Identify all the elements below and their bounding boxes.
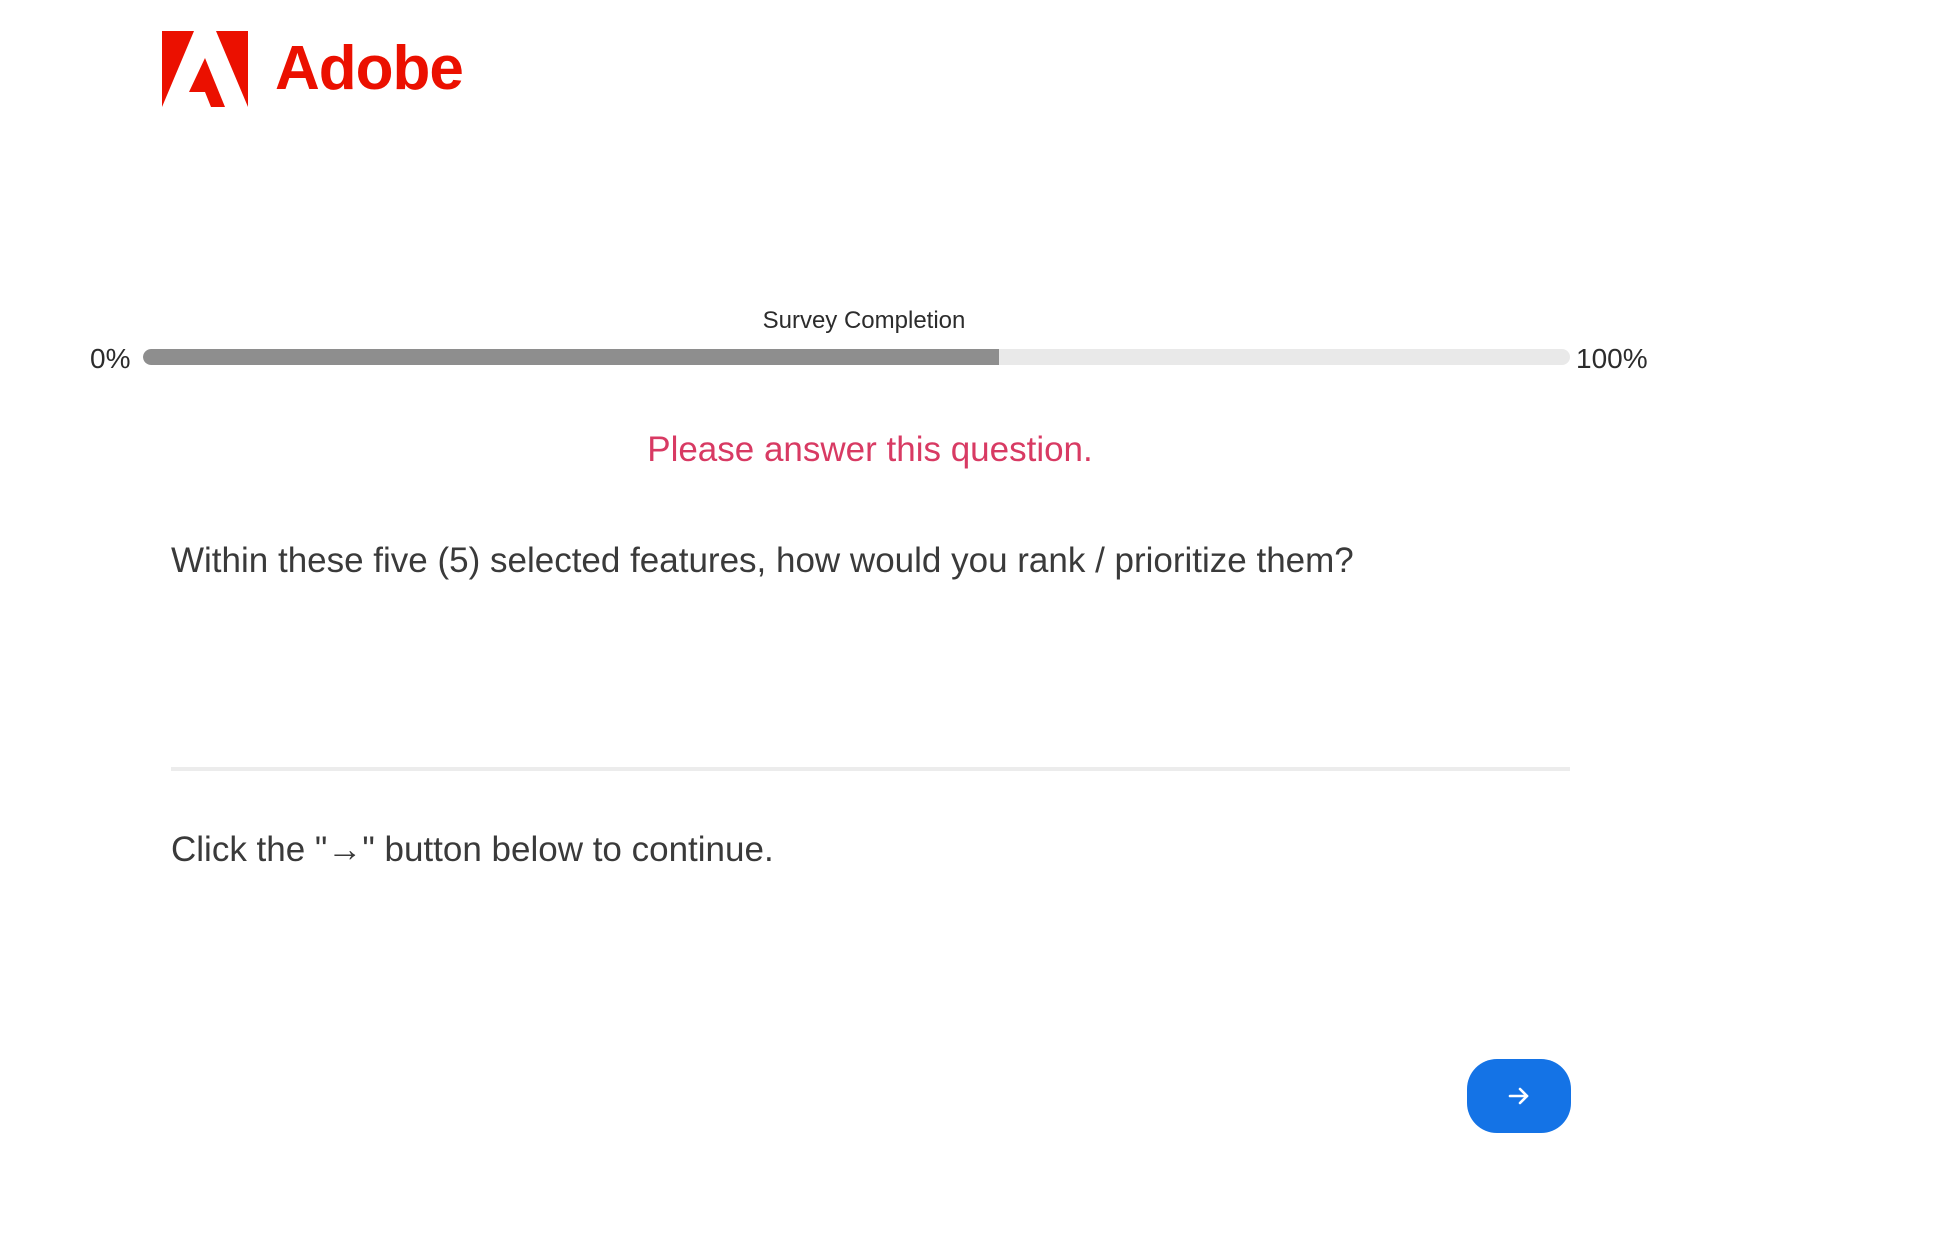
progress-bar-fill [143, 349, 1000, 365]
instruction-text: Click the "→" button below to continue. [171, 830, 774, 869]
question-text: Within these five (5) selected features,… [171, 541, 1354, 580]
adobe-logo-icon [162, 31, 248, 107]
adobe-logo: Adobe [162, 31, 464, 107]
next-button[interactable] [1467, 1059, 1571, 1133]
progress-title: Survey Completion [762, 307, 966, 334]
progress-max-label: 100% [1576, 343, 1648, 374]
section-divider [171, 767, 1570, 771]
validation-error-message: Please answer this question. [647, 430, 1093, 469]
arrow-right-icon [1508, 1087, 1529, 1105]
progress-min-label: 0% [90, 343, 131, 374]
logo-wordmark: Adobe [275, 34, 464, 103]
progress-bar [143, 349, 1570, 365]
